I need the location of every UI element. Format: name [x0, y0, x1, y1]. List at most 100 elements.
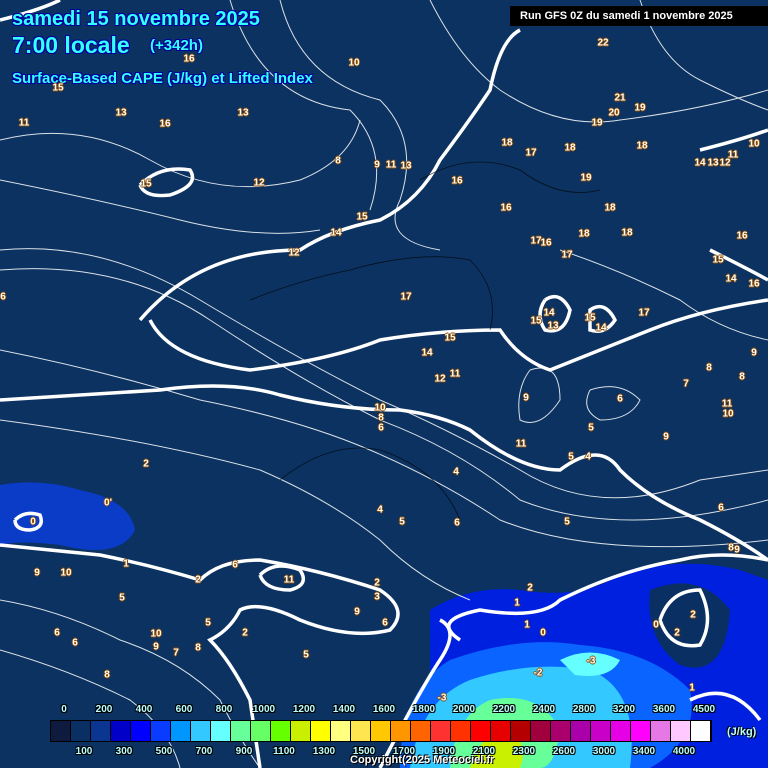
lead-time: (+342h)	[150, 37, 203, 54]
colorbar-tick-top: 1400	[332, 704, 356, 715]
colorbar-tick-top: 0	[61, 704, 67, 715]
lifted-index-label: -3	[437, 692, 447, 704]
lifted-index-label: 6	[378, 422, 384, 434]
lifted-index-label: 15	[584, 312, 596, 324]
lifted-index-label: 14	[330, 227, 342, 239]
lifted-index-label: 9	[34, 567, 40, 579]
lifted-index-label: 11	[727, 149, 739, 161]
lifted-index-label: 2	[374, 577, 380, 589]
lifted-index-label: 8	[739, 371, 745, 383]
lifted-index-label: 5	[564, 516, 570, 528]
lifted-index-label: 7	[173, 647, 179, 659]
colorbar-tick-top: 2800	[572, 704, 596, 715]
lifted-index-label: 13	[547, 320, 559, 332]
colorbar-swatch	[211, 721, 231, 741]
colorbar-tick-top: 2000	[452, 704, 476, 715]
lifted-index-label: 6	[617, 393, 623, 405]
lifted-index-label: 9	[663, 431, 669, 443]
colorbar-swatch	[671, 721, 691, 741]
colorbar-swatch	[411, 721, 431, 741]
colorbar-tick-bottom: 1300	[312, 746, 336, 757]
lifted-index-label: 14	[595, 322, 607, 334]
lifted-index-label: 18	[501, 137, 513, 149]
lifted-index-label: 11	[283, 574, 295, 586]
lifted-index-label: 16	[748, 278, 760, 290]
lifted-index-label: 21	[614, 92, 626, 104]
lifted-index-label: 16	[451, 175, 463, 187]
colorbar-tick-top: 1600	[372, 704, 396, 715]
lifted-index-label: -2	[533, 667, 543, 679]
colorbar-swatch	[331, 721, 351, 741]
colorbar-tick-bottom: 700	[195, 746, 213, 757]
lifted-index-label: 9	[153, 641, 159, 653]
lifted-index-label: 6	[232, 559, 238, 571]
lifted-index-label: 2	[690, 609, 696, 621]
lifted-index-label: 0'	[104, 497, 112, 509]
lifted-index-label: 9	[374, 159, 380, 171]
colorbar-tick-top: 3200	[612, 704, 636, 715]
lifted-index-label: 14	[543, 307, 555, 319]
colorbar-swatch	[431, 721, 451, 741]
lifted-index-label: 13	[707, 157, 719, 169]
colorbar-swatch	[351, 721, 371, 741]
colorbar-swatch	[651, 721, 671, 741]
lifted-index-label: 6	[454, 517, 460, 529]
lifted-index-label: 17	[400, 291, 412, 303]
lifted-index-label: 18	[636, 140, 648, 152]
colorbar-swatch	[591, 721, 611, 741]
lifted-index-label: 9	[751, 347, 757, 359]
lifted-index-label: 4	[585, 451, 591, 463]
lifted-index-label: 18	[621, 227, 633, 239]
colorbar-swatch	[371, 721, 391, 741]
lifted-index-label: 11	[515, 438, 527, 450]
lifted-index-label: 2	[527, 582, 533, 594]
colorbar-tick-bottom: 100	[75, 746, 93, 757]
lifted-index-label: 0	[540, 627, 546, 639]
lifted-index-label: 15	[712, 254, 724, 266]
lifted-index-label: 8	[706, 362, 712, 374]
lifted-index-label: 18	[604, 202, 616, 214]
lifted-index-label: 1	[123, 558, 129, 570]
colorbar-tick-bottom: 3400	[632, 746, 656, 757]
lifted-index-label: 11	[449, 368, 461, 380]
lifted-index-label: 6	[718, 502, 724, 514]
lifted-index-label: 8	[104, 669, 110, 681]
copyright: Copyright(2025 Meteociel.fr	[350, 754, 495, 766]
lifted-index-label: 1	[524, 619, 530, 631]
lifted-index-label: 5	[303, 649, 309, 661]
colorbar-swatch	[471, 721, 491, 741]
colorbar-tick-top: 2400	[532, 704, 556, 715]
colorbar-swatch	[151, 721, 171, 741]
colorbar-swatch	[391, 721, 411, 741]
lifted-index-label: 9	[734, 544, 740, 556]
lifted-index-label: 4	[377, 504, 383, 516]
colorbar-swatch	[631, 721, 651, 741]
colorbar-tick-top: 200	[95, 704, 113, 715]
colorbar-swatch	[191, 721, 211, 741]
colorbar-tick-bottom: 3000	[592, 746, 616, 757]
lifted-index-label: 19	[634, 102, 646, 114]
lifted-index-label: 7	[683, 378, 689, 390]
lifted-index-label: -3	[586, 655, 596, 667]
lifted-index-label: 10	[748, 138, 760, 150]
cape-colorbar	[50, 720, 712, 742]
colorbar-tick-top: 1200	[292, 704, 316, 715]
lifted-index-label: 9	[354, 606, 360, 618]
lifted-index-label: 11	[385, 159, 397, 171]
colorbar-tick-top: 400	[135, 704, 153, 715]
lifted-index-label: 2	[143, 458, 149, 470]
colorbar-tick-bottom: 300	[115, 746, 133, 757]
lifted-index-label: 15	[52, 82, 64, 94]
lifted-index-label: 5	[588, 422, 594, 434]
colorbar-tick-bottom: 4000	[672, 746, 696, 757]
colorbar-swatch	[551, 721, 571, 741]
lifted-index-label: 8	[728, 542, 734, 554]
lifted-index-label: 10	[722, 408, 734, 420]
colorbar-swatch	[131, 721, 151, 741]
lifted-index-label: 0	[653, 619, 659, 631]
lifted-index-label: 5	[205, 617, 211, 629]
colorbar-swatch	[231, 721, 251, 741]
lifted-index-label: 11	[18, 117, 30, 129]
colorbar-swatch	[491, 721, 511, 741]
colorbar-tick-top: 2200	[492, 704, 516, 715]
